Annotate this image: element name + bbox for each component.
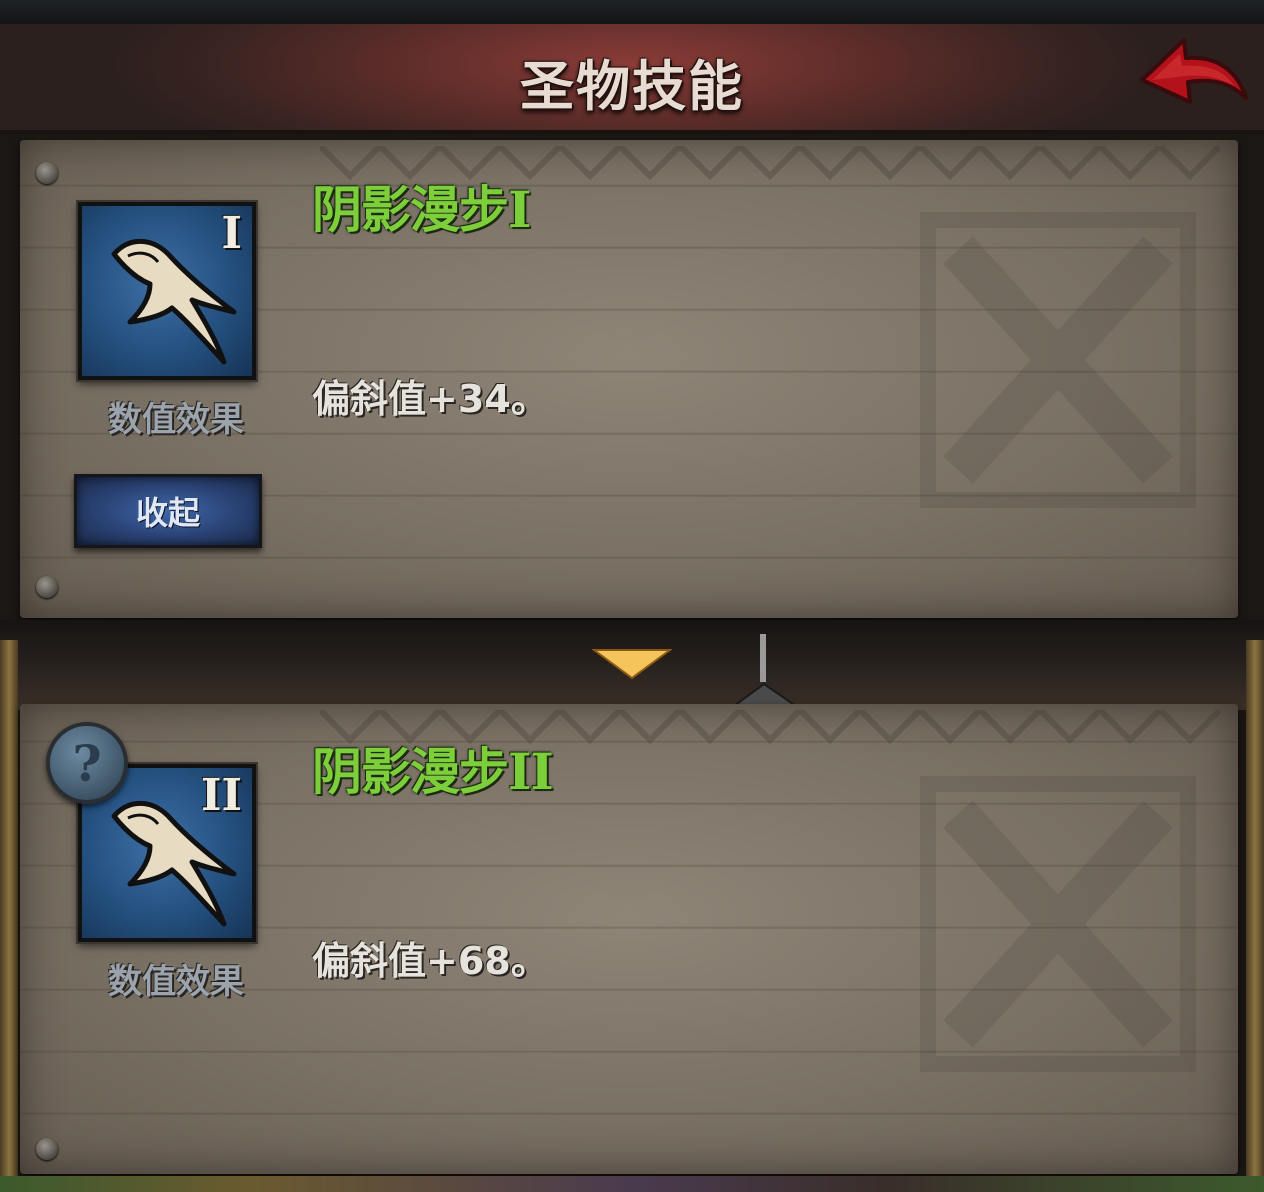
- effect-type-label: 数值效果: [108, 400, 244, 440]
- screw-icon: [36, 1138, 58, 1160]
- back-button[interactable]: [1132, 28, 1252, 124]
- bottom-strip: [0, 1176, 1264, 1192]
- frame-pillar-right: [1246, 640, 1264, 1192]
- screw-icon: [36, 162, 58, 184]
- back-arrow-icon: [1140, 38, 1248, 104]
- help-button[interactable]: ?: [46, 722, 128, 804]
- faded-emblem-icon: [920, 212, 1196, 508]
- expand-toggle[interactable]: [590, 648, 674, 680]
- effect-type-label: 数值效果: [108, 962, 244, 1002]
- top-strip: [0, 0, 1264, 24]
- triangle-down-icon: [590, 649, 674, 680]
- skill-description: 偏斜值+68。: [312, 939, 549, 983]
- faded-emblem-icon: [920, 776, 1196, 1072]
- frame-pillar-left: [0, 640, 18, 1192]
- skill-name: 阴影漫步II: [312, 742, 554, 801]
- collapse-button[interactable]: 收起: [74, 474, 262, 548]
- header-bar: 圣物技能: [0, 24, 1264, 134]
- skill-name: 阴影漫步I: [312, 180, 531, 239]
- page-title: 圣物技能: [520, 54, 744, 118]
- skill-icon-1: I: [78, 202, 256, 380]
- pointer-marker-icon: [730, 634, 800, 707]
- collapse-button-label: 收起: [135, 494, 200, 532]
- question-mark-icon: ?: [72, 733, 102, 793]
- tier-badge: II: [200, 770, 242, 821]
- skill-description: 偏斜值+34。: [312, 377, 549, 421]
- tier-badge: I: [221, 208, 242, 259]
- screw-icon: [36, 576, 58, 598]
